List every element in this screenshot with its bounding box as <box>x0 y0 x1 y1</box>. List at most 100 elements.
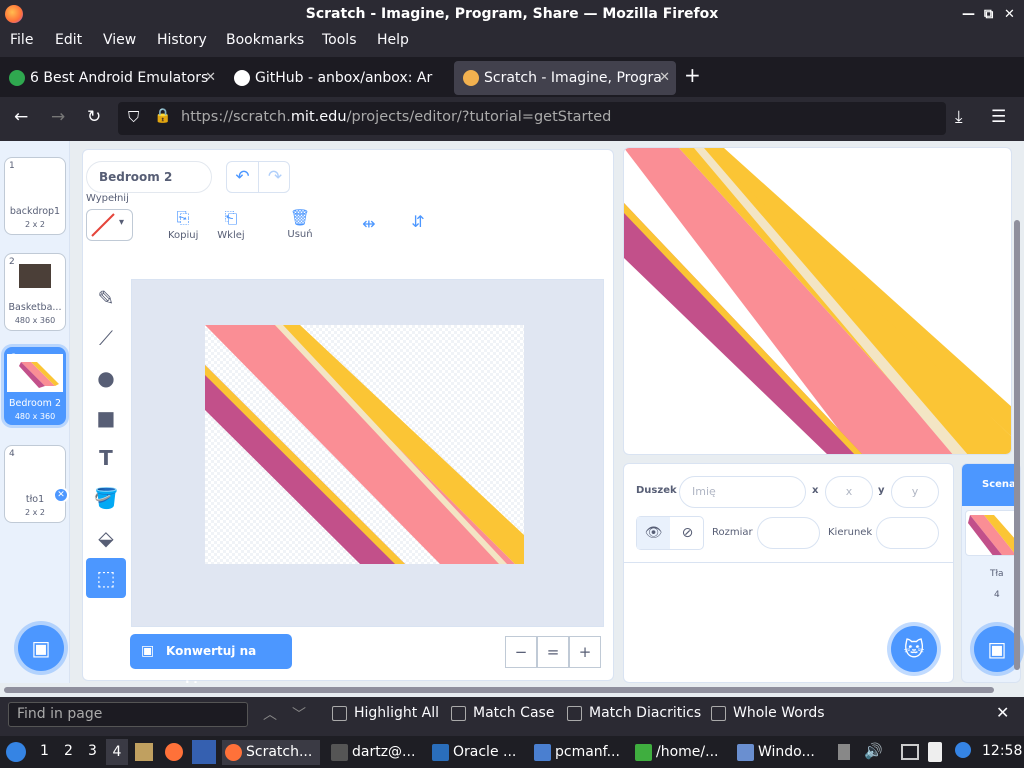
find-previous-icon[interactable]: ︿ <box>263 704 277 724</box>
back-icon[interactable]: ← <box>14 107 28 127</box>
workspace-1[interactable]: 1 <box>40 743 49 759</box>
volume-icon[interactable]: 🔊 <box>864 742 883 760</box>
text-tool-icon[interactable]: T <box>86 438 126 478</box>
find-input[interactable]: Find in page <box>8 702 248 727</box>
clipboard-icon[interactable] <box>928 742 942 762</box>
flip-vertical-icon[interactable]: ⇵ <box>406 212 430 231</box>
sprite-label: Duszek <box>636 485 677 496</box>
sprite-name-input[interactable]: Imię <box>679 476 806 508</box>
show-desktop-icon[interactable] <box>192 740 216 764</box>
size-label: Rozmiar <box>712 527 753 538</box>
match-case-checkbox[interactable] <box>451 706 466 721</box>
task-pcmanfm[interactable]: pcmanf... <box>531 740 625 765</box>
network-icon[interactable] <box>901 744 919 760</box>
menu-file[interactable]: File <box>10 32 33 48</box>
horizontal-scrollbar[interactable] <box>0 683 1024 697</box>
lock-icon[interactable]: 🔒 <box>154 108 171 124</box>
backdrops-count: 4 <box>994 590 1000 600</box>
hide-icon[interactable]: ⊘ <box>671 517 704 549</box>
menu-history[interactable]: History <box>157 32 207 48</box>
eraser-tool-icon[interactable]: ⬙ <box>86 518 126 558</box>
backdrop-item-3[interactable]: 3 Bedroom 2 480 x 360 <box>4 347 66 425</box>
whole-words-checkbox[interactable] <box>711 706 726 721</box>
y-input[interactable]: y <box>891 476 939 508</box>
flip-horizontal-icon[interactable]: ⇹ <box>357 214 381 233</box>
fill-color-picker[interactable]: ▾ <box>86 209 133 241</box>
undo-icon[interactable]: ↶ <box>227 162 259 192</box>
tab-github[interactable]: GitHub - anbox/anbox: Ar <box>225 61 450 95</box>
menu-tools[interactable]: Tools <box>322 32 357 48</box>
costume-name-input[interactable]: Bedroom 2 <box>86 161 212 193</box>
start-menu-icon[interactable] <box>6 742 26 762</box>
restore-button[interactable]: ⧉ <box>984 0 993 29</box>
bluetooth-icon[interactable] <box>955 742 971 758</box>
tab-scratch[interactable]: Scratch - Imagine, Progra ✕ <box>454 61 676 95</box>
add-sprite-button[interactable]: 🐱 <box>891 626 937 672</box>
close-tab-icon[interactable]: ✕ <box>659 61 670 95</box>
paste-button[interactable]: ⎗ Wklej <box>216 208 246 241</box>
workspace-3[interactable]: 3 <box>88 743 97 759</box>
shield-icon[interactable]: ⛉ <box>128 108 139 126</box>
backdrops-label: Tła <box>990 569 1004 579</box>
backdrop-item-2[interactable]: 2 Basketba... 480 x 360 <box>4 253 66 331</box>
highlight-all-checkbox[interactable] <box>332 706 347 721</box>
menu-bookmarks[interactable]: Bookmarks <box>226 32 304 48</box>
backdrop-item-1[interactable]: 1 backdrop1 2 x 2 <box>4 157 66 235</box>
stage-preview[interactable] <box>623 147 1012 455</box>
convert-to-vector-button[interactable]: ▣ Konwertuj na wektor <box>130 634 292 693</box>
direction-input[interactable] <box>876 517 939 549</box>
size-input[interactable] <box>757 517 820 549</box>
stage-thumbnail[interactable] <box>965 510 1020 556</box>
brush-tool-icon[interactable]: ✎ <box>86 278 126 318</box>
x-input[interactable]: x <box>825 476 873 508</box>
close-find-icon[interactable]: ✕ <box>996 703 1009 722</box>
url-text[interactable]: https://scratch.mit.edu/projects/editor/… <box>181 109 611 125</box>
visibility-toggle: 👁 ⊘ <box>636 516 704 550</box>
new-tab-button[interactable]: + <box>684 63 701 87</box>
match-diacritics-checkbox[interactable] <box>567 706 582 721</box>
delete-backdrop-icon[interactable]: ✕ <box>53 487 69 503</box>
menu-icon[interactable]: ☰ <box>991 107 1006 127</box>
menu-edit[interactable]: Edit <box>55 32 82 48</box>
menu-view[interactable]: View <box>103 32 136 48</box>
minimize-button[interactable]: — <box>962 0 975 29</box>
workspace-2[interactable]: 2 <box>64 743 73 759</box>
close-window-button[interactable]: ✕ <box>1004 0 1015 29</box>
stage-tab[interactable]: Scena <box>962 464 1020 506</box>
select-tool-icon[interactable]: ⬚ <box>86 558 126 598</box>
copy-button[interactable]: ⎘ Kopiuj <box>168 208 198 241</box>
redo-icon[interactable]: ↷ <box>259 162 291 192</box>
task-firefox[interactable]: Scratch... <box>222 740 320 765</box>
circle-tool-icon[interactable]: ● <box>86 358 126 398</box>
vertical-scrollbar[interactable] <box>1014 220 1020 670</box>
find-next-icon[interactable]: ﹀ <box>292 704 306 724</box>
whole-words-label: Whole Words <box>733 705 825 721</box>
scroll-thumb[interactable] <box>4 687 994 693</box>
workspace-4[interactable]: 4 <box>106 739 128 765</box>
forward-icon[interactable]: → <box>51 107 65 127</box>
file-manager-launcher-icon[interactable] <box>135 743 153 761</box>
fill-tool-icon[interactable]: 🪣 <box>86 478 126 518</box>
task-virtualbox[interactable]: Oracle ... <box>429 740 523 765</box>
zoom-reset-button[interactable]: = <box>537 636 569 668</box>
notification-icon[interactable] <box>838 744 850 760</box>
delete-button[interactable]: 🗑 Usuń <box>285 208 315 240</box>
tab-android-emulators[interactable]: 6 Best Android Emulators ✕ <box>0 61 222 95</box>
close-tab-icon[interactable]: ✕ <box>205 61 216 95</box>
line-tool-icon[interactable]: ⟋ <box>86 318 126 358</box>
zoom-in-button[interactable]: + <box>569 636 601 668</box>
zoom-out-button[interactable]: − <box>505 636 537 668</box>
task-windows[interactable]: Windo... <box>734 740 828 765</box>
backdrop-item-4[interactable]: 4 tło1 2 x 2 <box>4 445 66 523</box>
rectangle-tool-icon[interactable]: ■ <box>86 398 126 438</box>
add-backdrop-button[interactable]: ▣ <box>18 625 64 671</box>
task-home[interactable]: /home/... <box>632 740 728 765</box>
task-terminal[interactable]: dartz@... <box>328 740 422 765</box>
menu-help[interactable]: Help <box>377 32 409 48</box>
firefox-launcher-icon[interactable] <box>165 743 183 761</box>
reload-icon[interactable]: ↻ <box>87 107 101 127</box>
download-icon[interactable]: ⤓ <box>955 107 963 127</box>
show-icon[interactable]: 👁 <box>637 517 670 549</box>
terminal-icon <box>331 744 348 761</box>
costume-artwork[interactable] <box>205 325 524 564</box>
